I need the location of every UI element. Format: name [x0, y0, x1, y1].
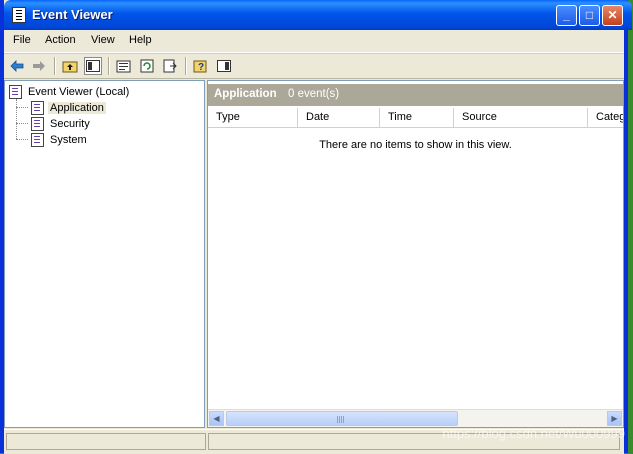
status-pane-left — [6, 433, 206, 450]
event-log-icon — [31, 117, 44, 131]
show-hide-action-pane-button[interactable] — [215, 57, 233, 75]
menu-view[interactable]: View — [91, 34, 115, 46]
column-header-time[interactable]: Time — [380, 108, 454, 127]
details-header: Application 0 event(s) — [208, 84, 623, 106]
tree-item-security[interactable]: Security — [31, 117, 92, 131]
tree-item-label: Application — [48, 102, 106, 114]
details-title: Application — [214, 88, 277, 100]
export-list-icon — [163, 59, 177, 73]
forward-button[interactable] — [30, 57, 48, 75]
watermark-text: https://blog.csdn.net/Wu000999 — [442, 426, 625, 441]
properties-button[interactable] — [115, 57, 133, 75]
toolbar-separator — [54, 57, 56, 75]
event-viewer-icon — [9, 85, 22, 99]
show-hide-tree-icon — [86, 60, 100, 72]
details-pane: Application 0 event(s) Type Date Time So… — [207, 80, 624, 428]
minimize-button[interactable]: _ — [556, 5, 577, 26]
column-header-date[interactable]: Date — [298, 108, 380, 127]
scroll-thumb[interactable] — [226, 411, 458, 426]
close-button[interactable]: ✕ — [602, 5, 623, 26]
column-header-type[interactable]: Type — [208, 108, 298, 127]
grip-icon — [337, 416, 345, 423]
properties-icon — [116, 60, 131, 73]
empty-list-message: There are no items to show in this view. — [319, 139, 512, 151]
toolbar-separator — [108, 57, 110, 75]
tree-connector — [16, 123, 28, 124]
tree-connector — [16, 107, 28, 108]
horizontal-scrollbar[interactable]: ◀ ▶ — [208, 409, 623, 427]
column-header-source[interactable]: Source — [454, 108, 588, 127]
tree-item-label: Security — [50, 118, 90, 130]
scroll-right-button[interactable]: ▶ — [607, 411, 622, 426]
tree-pane[interactable]: Event Viewer (Local) Application Securit… — [4, 80, 205, 428]
tree-root-item[interactable]: Event Viewer (Local) — [9, 85, 131, 99]
event-log-icon — [31, 133, 44, 147]
refresh-icon — [140, 59, 154, 73]
column-header-category[interactable]: Categ — [588, 108, 623, 127]
tree-connector — [16, 99, 17, 139]
help-button[interactable]: ? — [192, 57, 210, 75]
help-icon: ? — [193, 60, 207, 73]
show-hide-action-pane-icon — [217, 60, 231, 72]
export-list-button[interactable] — [161, 57, 179, 75]
scroll-left-button[interactable]: ◀ — [209, 411, 224, 426]
tree-item-application[interactable]: Application — [31, 101, 106, 115]
tree-root-label: Event Viewer (Local) — [28, 86, 130, 98]
refresh-button[interactable] — [138, 57, 156, 75]
title-bar[interactable]: Event Viewer _ □ ✕ — [4, 0, 632, 30]
back-icon — [10, 60, 24, 72]
svg-text:?: ? — [198, 62, 204, 73]
toolbar-separator — [185, 57, 187, 75]
forward-icon — [33, 61, 45, 71]
up-one-level-button[interactable] — [61, 57, 79, 75]
event-count: 0 event(s) — [288, 88, 340, 100]
menu-file[interactable]: File — [13, 34, 31, 46]
column-header-row: Type Date Time Source Categ — [208, 108, 623, 128]
tree-item-label: System — [50, 134, 87, 146]
event-log-icon — [31, 101, 44, 115]
tree-connector — [16, 139, 28, 140]
event-viewer-app-icon — [12, 7, 26, 23]
maximize-button[interactable]: □ — [579, 5, 600, 26]
show-hide-tree-button[interactable] — [84, 57, 102, 75]
tree-item-system[interactable]: System — [31, 133, 89, 147]
menu-bar: File Action View Help — [4, 30, 624, 53]
window-title: Event Viewer — [32, 7, 113, 22]
up-folder-icon — [62, 61, 78, 73]
toolbar: ? — [4, 53, 624, 79]
menu-action[interactable]: Action — [45, 34, 76, 46]
back-button[interactable] — [8, 57, 26, 75]
menu-help[interactable]: Help — [129, 34, 152, 46]
